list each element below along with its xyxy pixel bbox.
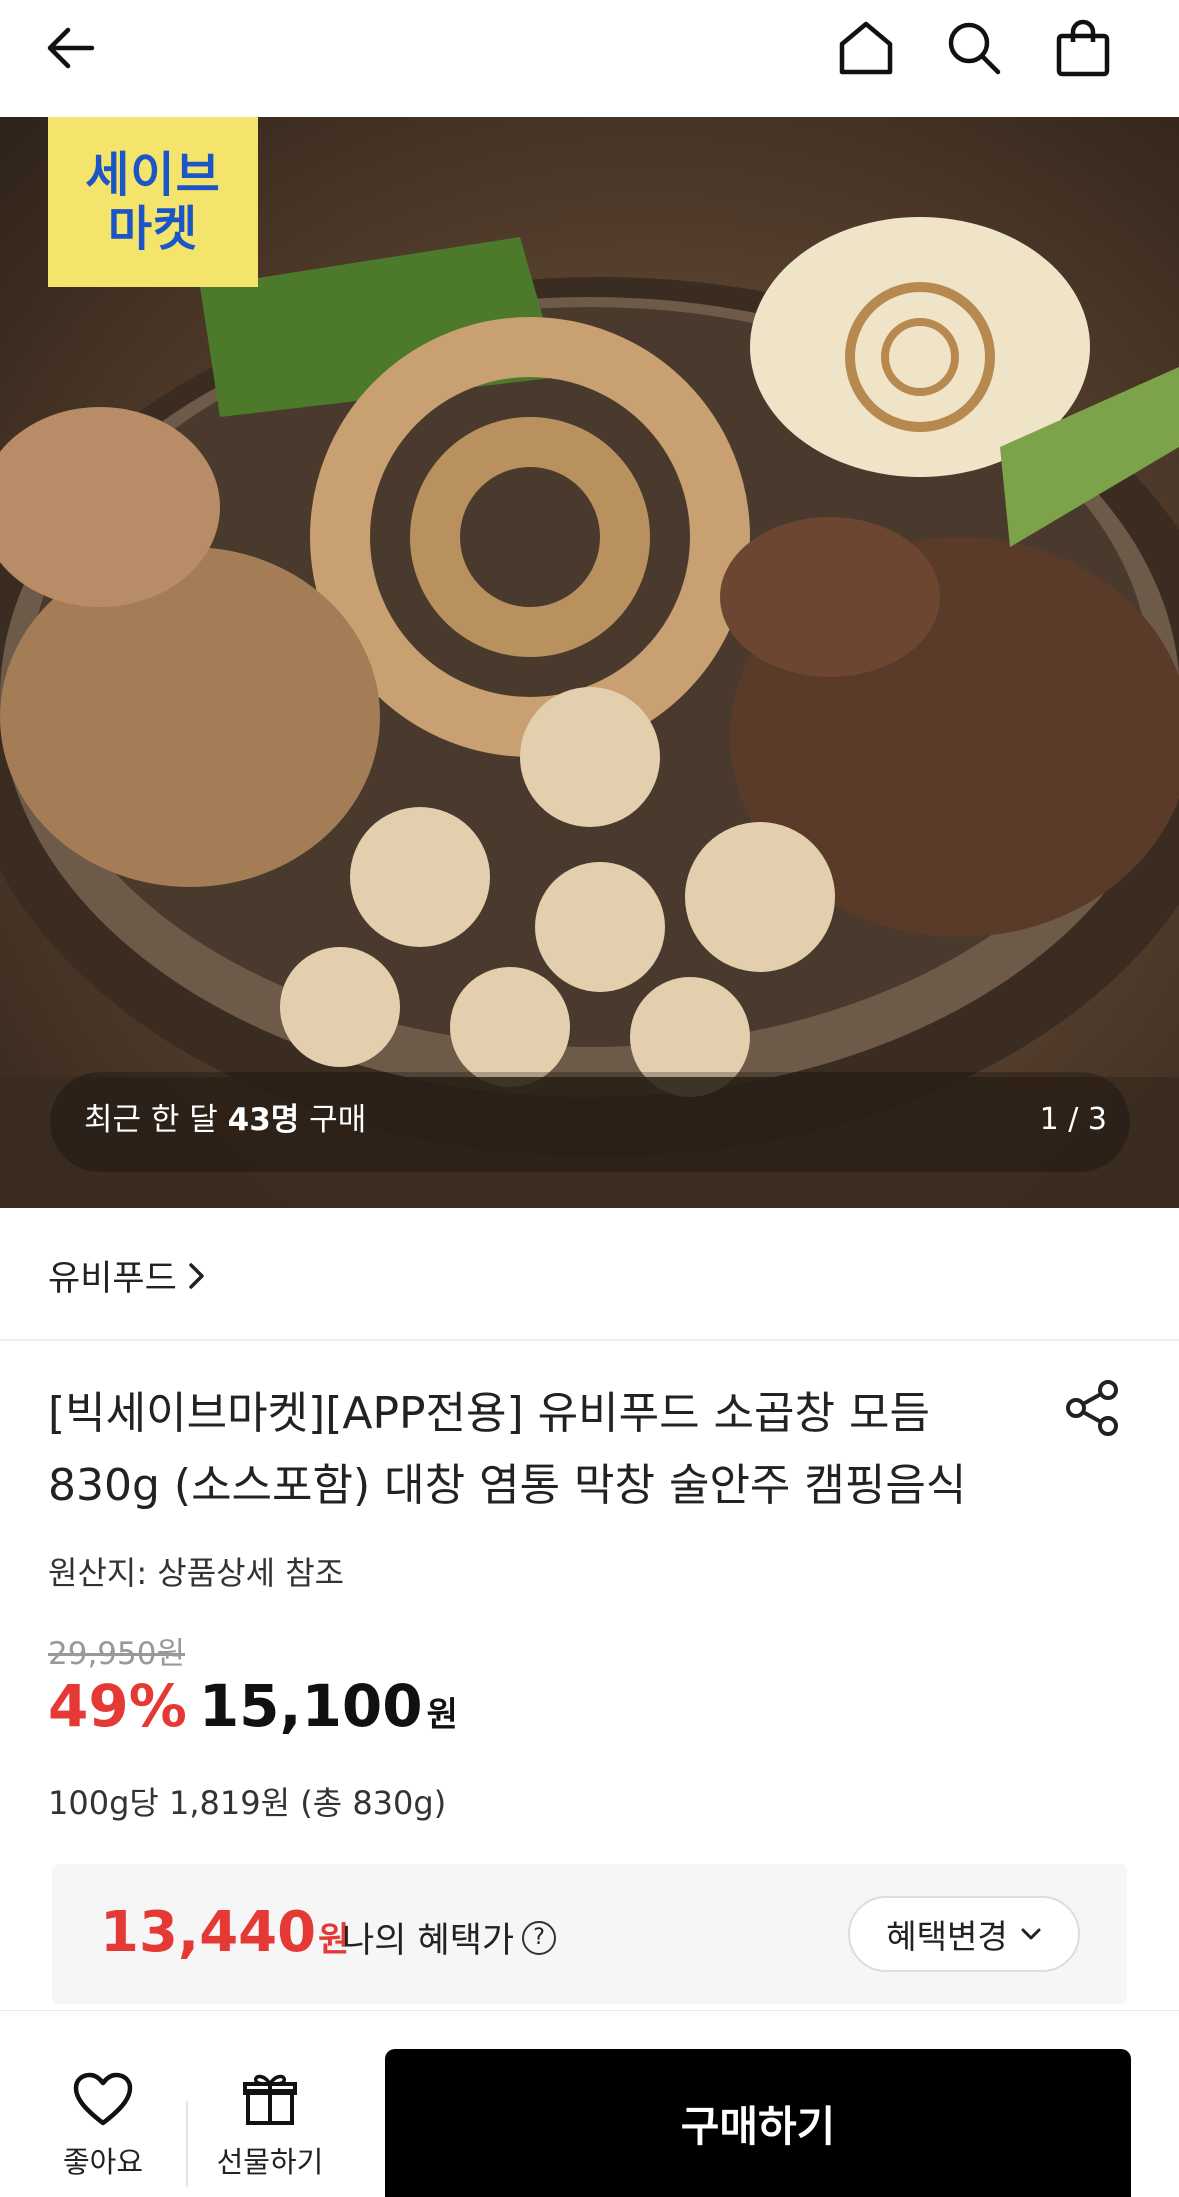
buy-button[interactable]: 구매하기: [385, 2049, 1131, 2197]
like-label: 좋아요: [62, 2145, 144, 2179]
section-divider: [0, 1339, 1179, 1341]
origin-info: 원산지: 상품상세 참조: [48, 1554, 345, 1592]
share-button[interactable]: [1062, 1378, 1122, 1438]
bottom-separator: [186, 2101, 188, 2187]
sale-price-currency: 원: [426, 1695, 458, 1735]
heart-icon: [73, 2072, 133, 2126]
benefit-price-box: 13,440 원 나의 혜택가 ? 혜택변경: [52, 1864, 1127, 2004]
chevron-right-icon: [189, 1262, 204, 1289]
home-button[interactable]: [826, 8, 906, 88]
chevron-down-icon: [1021, 1928, 1041, 1940]
gift-button[interactable]: 선물하기: [200, 2071, 340, 2181]
benefit-change-button[interactable]: 혜택변경: [848, 1896, 1080, 1972]
brand-link[interactable]: 유비푸드: [48, 1250, 207, 1301]
help-icon[interactable]: ?: [522, 1920, 557, 1955]
back-button[interactable]: [30, 8, 110, 88]
save-market-badge: 세이브 마켓: [48, 117, 258, 287]
shopping-bag-icon: [1056, 19, 1110, 77]
benefit-price: 13,440 원: [100, 1900, 350, 1965]
original-price: 29,950원: [48, 1636, 185, 1672]
share-icon: [1066, 1380, 1118, 1436]
image-pager: 1 / 3: [1039, 1102, 1107, 1137]
gift-icon: [243, 2074, 297, 2125]
gift-label: 선물하기: [216, 2145, 324, 2179]
unit-price: 100g당 1,819원 (총 830g): [48, 1784, 447, 1822]
recent-purchase-count: 43명: [227, 1102, 300, 1138]
top-navigation-bar: [0, 0, 1179, 117]
badge-line1: 세이브: [85, 147, 221, 203]
sale-price: 15,100: [198, 1672, 423, 1740]
discount-rate: 49%: [48, 1672, 187, 1740]
cart-button[interactable]: [1043, 8, 1123, 88]
price-row: 49% 15,100 원: [48, 1672, 458, 1740]
search-button[interactable]: [934, 8, 1014, 88]
recent-purchase-info: 최근 한 달 43명 구매: [84, 1102, 367, 1138]
product-title: [빅세이브마켓][APP전용] 유비푸드 소곱창 모듬 830g (소스포함) …: [48, 1388, 967, 1511]
search-icon: [948, 22, 1001, 75]
arrow-left-icon: [47, 27, 95, 69]
like-button[interactable]: 좋아요: [48, 2071, 158, 2181]
benefit-label: 나의 혜택가 ?: [342, 1912, 557, 1963]
brand-name: 유비푸드: [48, 1259, 177, 1299]
badge-line2: 마켓: [107, 201, 199, 257]
home-icon: [839, 21, 893, 75]
